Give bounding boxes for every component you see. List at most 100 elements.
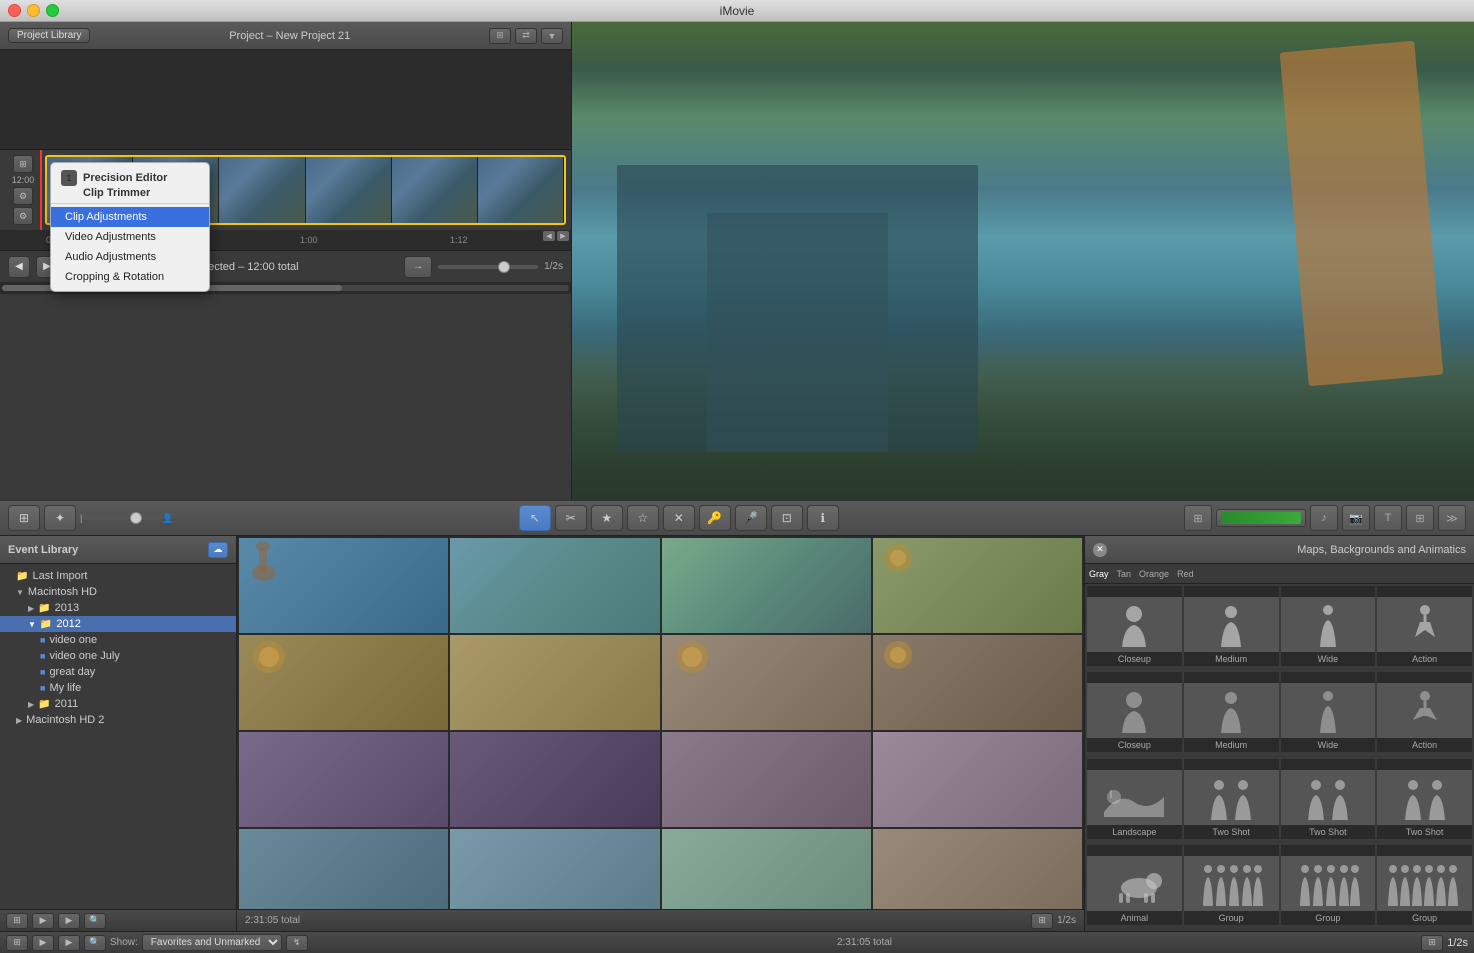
rp-cell-group-1[interactable]: Group [1184,845,1279,925]
unfavorite-btn[interactable]: ☆ [627,505,659,531]
ev-macintosh-hd[interactable]: ▼ Macintosh HD [0,584,236,600]
media-cell-7[interactable] [662,635,871,730]
rp-cell-group-3[interactable]: Group [1377,845,1472,925]
rp-cell-landscape[interactable]: Landscape [1087,759,1182,839]
clip-ctrl-3[interactable]: ⚙ [13,207,33,225]
ctx-item-cropping-rotation[interactable]: Cropping & Rotation [51,267,209,287]
rp-cell-animal[interactable]: Animal [1087,845,1182,925]
zoom-slider-thumb[interactable] [130,512,142,524]
bb-btn-3[interactable]: ▶ [58,935,80,951]
clip-thumb-4[interactable] [306,157,392,223]
select-tool-btn[interactable]: ↖ [519,505,551,531]
clip-thumb-6[interactable] [478,157,564,223]
music-icon[interactable]: ♪ [1310,505,1338,531]
rp-cat-red[interactable]: Red [1177,569,1194,579]
view-toggle-btn[interactable]: ⊞ [8,505,40,531]
event-cloud-button[interactable]: ☁ [208,542,228,558]
transitions-icon[interactable]: ≫ [1438,505,1466,531]
media-cell-3[interactable] [662,538,871,633]
clip-ctrl-2[interactable]: ⚙ [13,187,33,205]
trim-tool-btn[interactable]: ✂ [555,505,587,531]
ev-2011[interactable]: ▶ 📁 2011 [0,696,236,712]
media-cell-16[interactable] [873,829,1082,909]
bb-btn-1[interactable]: ⊞ [6,935,28,951]
media-cell-11[interactable] [662,732,871,827]
rp-cell-action-1[interactable]: Action [1377,586,1472,666]
media-cell-14[interactable] [450,829,659,909]
magic-btn[interactable]: ✦ [44,505,76,531]
map-icon[interactable]: ⊞ [1406,505,1434,531]
ev-last-import[interactable]: 📁 Last Import [0,568,236,584]
bb-show-dropdown[interactable]: Favorites and Unmarked [142,934,282,951]
scroll-left[interactable]: ◀ [543,231,555,241]
keyword-btn[interactable]: 🔑 [699,505,731,531]
rp-cell-wide-1[interactable]: Wide [1281,586,1376,666]
ctx-item-video-adjustments[interactable]: Video Adjustments [51,227,209,247]
media-cell-5[interactable] [239,635,448,730]
media-cell-10[interactable] [450,732,659,827]
rp-cat-tan[interactable]: Tan [1117,569,1132,579]
media-cell-1[interactable] [239,538,448,633]
clip-thumb-5[interactable] [392,157,478,223]
text-icon[interactable]: T [1374,505,1402,531]
info-btn[interactable]: ℹ [807,505,839,531]
ev-footer-btn-3[interactable]: ▶ [58,913,80,929]
ev-great-day[interactable]: ■ great day [0,664,236,680]
layout-icon[interactable]: ⊞ [489,28,511,44]
ev-footer-btn-1[interactable]: ⊞ [6,913,28,929]
ctx-item-audio-adjustments[interactable]: Audio Adjustments [51,247,209,267]
media-cell-2[interactable] [450,538,659,633]
ev-2013[interactable]: ▶ 📁 2013 [0,600,236,616]
rp-cell-twoshot-3[interactable]: Two Shot [1377,759,1472,839]
ev-2012[interactable]: ▼ 📁 2012 [0,616,236,632]
crop-btn[interactable]: ⊡ [771,505,803,531]
minimize-button[interactable] [27,4,40,17]
bb-btn-6[interactable]: ⊞ [1421,935,1443,951]
media-cell-8[interactable] [873,635,1082,730]
bb-btn-5[interactable]: ↯ [286,935,308,951]
grid-icon[interactable]: ⊞ [1184,505,1212,531]
media-cell-13[interactable] [239,829,448,909]
rp-cell-medium-2[interactable]: Medium [1184,672,1279,752]
maximize-button[interactable] [46,4,59,17]
rp-cell-twoshot-2[interactable]: Two Shot [1281,759,1376,839]
speed-slider-thumb[interactable] [498,261,510,273]
media-cell-4[interactable] [873,538,1082,633]
rp-cell-closeup-2[interactable]: Closeup [1087,672,1182,752]
bb-btn-2[interactable]: ▶ [32,935,54,951]
traffic-lights[interactable] [8,4,59,17]
reject-btn[interactable]: ✕ [663,505,695,531]
rp-cat-orange[interactable]: Orange [1139,569,1169,579]
close-button[interactable] [8,4,21,17]
ev-video-one[interactable]: ■ video one [0,632,236,648]
play-arrow-btn[interactable]: → [404,256,432,278]
rp-cell-group-2[interactable]: Group [1281,845,1376,925]
ev-my-life[interactable]: ■ My life [0,680,236,696]
rp-cat-gray[interactable]: Gray [1089,569,1109,579]
right-panel-close[interactable]: ✕ [1093,543,1107,557]
media-cell-6[interactable] [450,635,659,730]
favorite-btn[interactable]: ★ [591,505,623,531]
ev-footer-btn-2[interactable]: ▶ [32,913,54,929]
bb-btn-4[interactable]: 🔍 [84,935,106,951]
project-library-button[interactable]: Project Library [8,28,90,43]
media-footer-icon[interactable]: ⊞ [1031,913,1053,929]
speed-slider[interactable] [438,265,538,269]
media-cell-15[interactable] [662,829,871,909]
rp-cell-wide-2[interactable]: Wide [1281,672,1376,752]
rp-cell-action-2[interactable]: Action [1377,672,1472,752]
rp-cell-closeup-1[interactable]: Closeup [1087,586,1182,666]
rp-cell-medium-1[interactable]: Medium [1184,586,1279,666]
camera-icon[interactable]: 📷 [1342,505,1370,531]
ev-video-one-july[interactable]: ■ video one July [0,648,236,664]
audio-btn[interactable]: 🎤 [735,505,767,531]
zoom-slider[interactable] [82,516,162,520]
settings-icon[interactable]: ▼ [541,28,563,44]
play-back-button[interactable]: ◀ [8,256,30,278]
rp-cell-twoshot-1[interactable]: Two Shot [1184,759,1279,839]
media-cell-9[interactable] [239,732,448,827]
scroll-right[interactable]: ▶ [557,231,569,241]
clip-ctrl-1[interactable]: ⊞ [13,155,33,173]
clip-thumb-3[interactable] [219,157,305,223]
media-cell-12[interactable] [873,732,1082,827]
